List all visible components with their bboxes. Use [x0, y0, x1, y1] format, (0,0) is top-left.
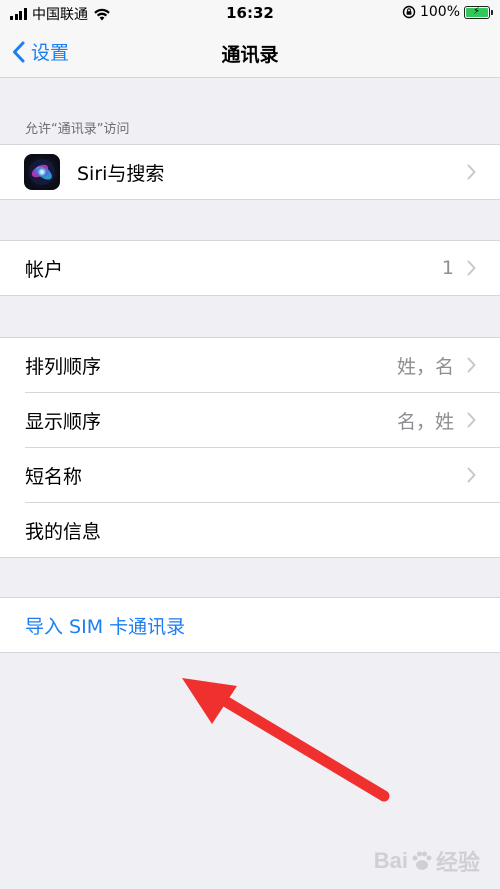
row-siri-search[interactable]: Siri与搜索 — [0, 145, 500, 199]
row-accounts-label: 帐户 — [25, 258, 64, 281]
paw-logo-icon — [412, 851, 432, 870]
row-short-name-label: 短名称 — [25, 465, 83, 488]
chevron-right-icon — [467, 412, 476, 428]
import-sim-button[interactable]: 导入 SIM 卡通讯录 — [0, 598, 500, 652]
group-accounts: 帐户 1 — [0, 240, 500, 296]
row-siri-label: Siri与搜索 — [77, 162, 165, 185]
status-bar: 中国联通 16:32 100% ⚡ — [0, 0, 500, 26]
row-my-info[interactable]: 我的信息 — [0, 503, 500, 557]
navigation-bar: 设置 通讯录 — [0, 26, 500, 78]
chevron-right-icon — [467, 260, 476, 276]
siri-icon — [24, 154, 60, 190]
row-my-info-label: 我的信息 — [25, 520, 102, 543]
group-import-sim: 导入 SIM 卡通讯录 — [0, 597, 500, 653]
group-siri: Siri与搜索 — [0, 144, 500, 200]
watermark-text-left: Bai — [373, 848, 408, 873]
row-short-name[interactable]: 短名称 — [0, 448, 500, 502]
import-sim-label: 导入 SIM 卡通讯录 — [25, 615, 186, 638]
group-display: 排列顺序 姓，名 显示顺序 名，姓 短名称 我的信息 — [0, 337, 500, 558]
row-accounts-value: 1 — [441, 257, 454, 279]
status-right: 100% ⚡ — [402, 4, 493, 20]
section-header-allow-access: 允许“通讯录”访问 — [25, 122, 130, 137]
row-sort-order[interactable]: 排列顺序 姓，名 — [0, 338, 500, 392]
row-display-order[interactable]: 显示顺序 名，姓 — [0, 393, 500, 447]
row-display-order-label: 显示顺序 — [25, 410, 102, 433]
row-sort-order-label: 排列顺序 — [25, 355, 102, 378]
page-title: 通讯录 — [221, 44, 279, 66]
watermark-text-right: 经验 — [435, 850, 480, 875]
row-sort-order-value: 姓，名 — [396, 355, 454, 378]
chevron-right-icon — [467, 164, 476, 180]
chevron-right-icon — [467, 467, 476, 483]
battery-percent: 100% — [419, 4, 460, 20]
row-accounts[interactable]: 帐户 1 — [0, 241, 500, 295]
baidu-watermark: Bai 经验 — [374, 845, 480, 877]
row-display-order-value: 名，姓 — [396, 410, 454, 433]
chevron-right-icon — [467, 357, 476, 373]
orientation-lock-icon — [402, 5, 416, 19]
battery-icon: ⚡ — [464, 5, 493, 19]
